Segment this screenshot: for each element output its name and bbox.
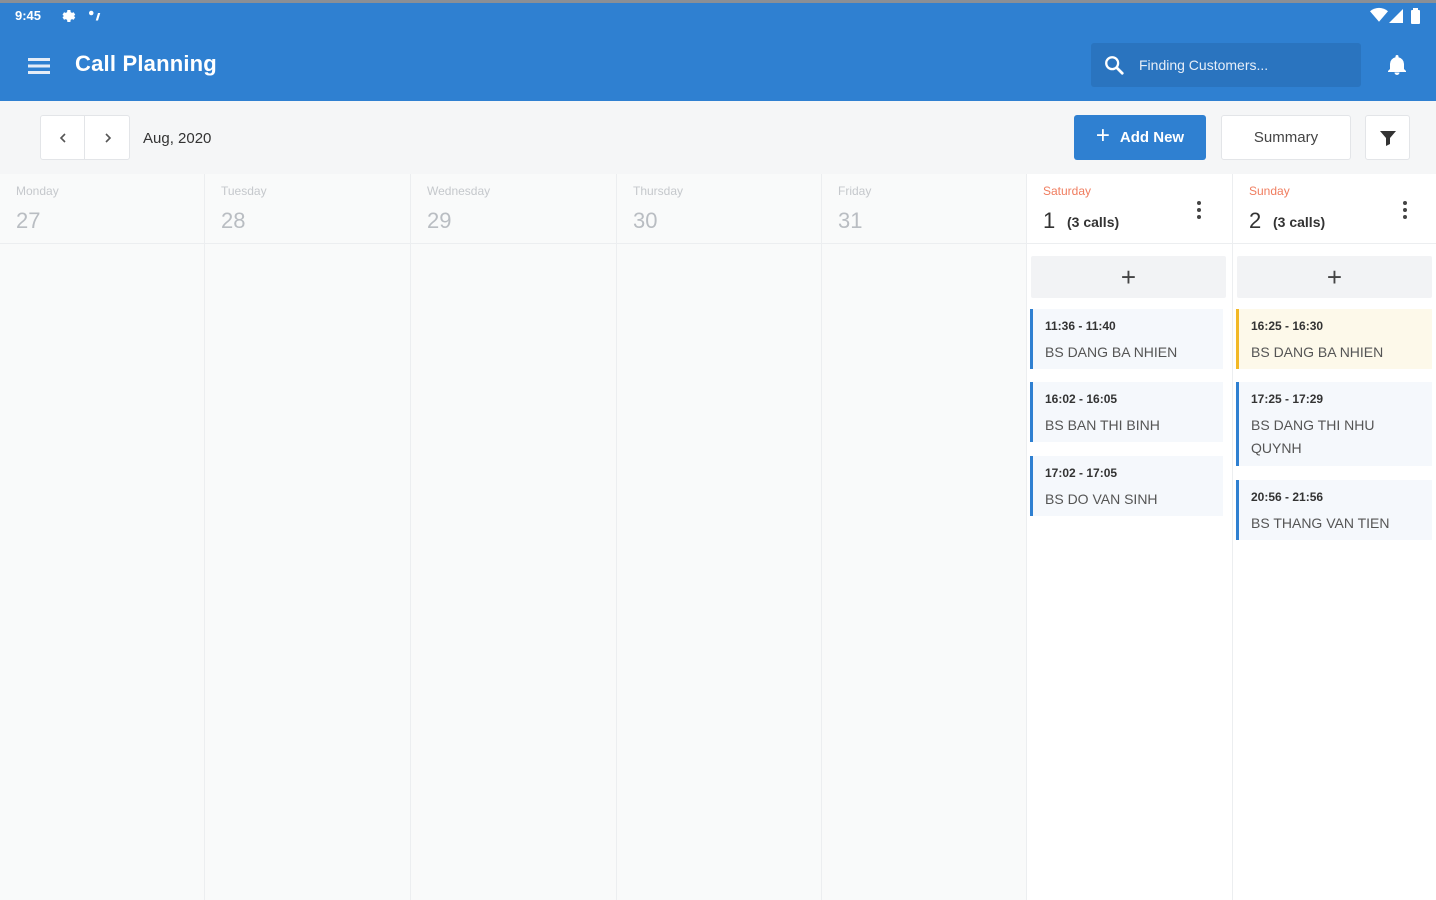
notifications-button[interactable] [1385, 53, 1409, 82]
customer-search-box[interactable] [1091, 43, 1361, 87]
app-bar: 9:45 Call Planning [0, 0, 1436, 101]
day-name: Thursday [633, 184, 684, 198]
event-customer: BS THANG VAN TIEN [1251, 515, 1390, 531]
more-vertical-icon [1403, 201, 1407, 219]
day-column-monday: Monday 27 [0, 174, 205, 900]
day-name: Tuesday [221, 184, 267, 198]
week-navigation [40, 115, 130, 160]
previous-week-button[interactable] [41, 116, 85, 159]
more-vertical-icon [1197, 201, 1201, 219]
next-week-button[interactable] [86, 116, 130, 159]
day-date: 30 [633, 208, 658, 233]
day-date: 1 [1043, 208, 1056, 233]
status-time: 9:45 [15, 8, 42, 23]
event-time: 16:02 - 16:05 [1045, 392, 1118, 406]
event-time: 17:02 - 17:05 [1045, 466, 1118, 480]
day-header: Wednesday 29 [411, 174, 616, 244]
day-options-button[interactable] [1399, 198, 1411, 222]
day-header: Tuesday 28 [205, 174, 410, 244]
day-header: Thursday 30 [617, 174, 821, 244]
search-input[interactable] [1139, 51, 1349, 79]
day-name: Monday [16, 184, 59, 198]
calendar-toolbar: Aug, 2020 + Add New Summary [0, 101, 1436, 174]
hamburger-menu-icon [28, 58, 50, 74]
event-customer: BS DO VAN SINH [1045, 491, 1158, 507]
day-column-saturday: Saturday 1 (3 calls) + 11:36 - 11:40 BS … [1027, 174, 1233, 900]
week-calendar: Monday 27 Tuesday 28 Wednesday 29 Thursd… [0, 174, 1436, 900]
call-count: (3 calls) [1067, 214, 1120, 230]
search-icon [1103, 54, 1125, 81]
day-date: 29 [427, 208, 452, 233]
event-customer: BS DANG THI NHU QUYNH [1251, 417, 1375, 456]
add-new-button[interactable]: + Add New [1074, 115, 1206, 160]
day-name: Friday [838, 184, 872, 198]
call-event[interactable]: 16:02 - 16:05 BS BAN THI BINH [1030, 382, 1223, 442]
call-event[interactable]: 17:02 - 17:05 BS DO VAN SINH [1030, 456, 1223, 516]
cell-signal-icon [1389, 9, 1403, 26]
event-customer: BS BAN THI BINH [1045, 417, 1160, 433]
day-column-sunday: Sunday 2 (3 calls) + 16:25 - 16:30 BS DA… [1233, 174, 1436, 900]
event-time: 16:25 - 16:30 [1251, 319, 1324, 333]
call-event[interactable]: 20:56 - 21:56 BS THANG VAN TIEN [1236, 480, 1432, 540]
day-date: 2 [1249, 208, 1262, 233]
day-column-thursday: Thursday 30 [617, 174, 822, 900]
filter-icon [1379, 130, 1396, 146]
day-name: Sunday [1249, 184, 1290, 198]
call-event[interactable]: 17:25 - 17:29 BS DANG THI NHU QUYNH [1236, 382, 1432, 466]
settings-status-icon [58, 7, 76, 28]
add-call-button[interactable]: + [1237, 256, 1432, 298]
chevron-left-icon [59, 132, 66, 143]
bell-icon [1388, 55, 1406, 75]
day-header: Saturday 1 (3 calls) [1027, 174, 1232, 244]
summary-button[interactable]: Summary [1221, 115, 1351, 160]
event-time: 11:36 - 11:40 [1045, 319, 1116, 333]
call-event[interactable]: 16:25 - 16:30 BS DANG BA NHIEN [1236, 309, 1432, 369]
event-time: 20:56 - 21:56 [1251, 490, 1324, 504]
day-date: 31 [838, 208, 863, 233]
call-count: (3 calls) [1273, 214, 1326, 230]
event-customer: BS DANG BA NHIEN [1045, 344, 1178, 360]
page-title: Call Planning [75, 51, 217, 76]
day-name: Wednesday [427, 184, 491, 198]
wifi-icon [1370, 7, 1388, 26]
day-header: Friday 31 [822, 174, 1026, 244]
add-new-label: Add New [1119, 129, 1185, 146]
battery-icon [1411, 8, 1420, 27]
day-date: 28 [221, 208, 246, 233]
day-header: Sunday 2 (3 calls) [1233, 174, 1436, 244]
day-column-wednesday: Wednesday 29 [411, 174, 617, 900]
day-options-button[interactable] [1193, 198, 1205, 222]
current-month-label: Aug, 2020 [143, 130, 212, 147]
day-column-tuesday: Tuesday 28 [205, 174, 411, 900]
day-name: Saturday [1043, 184, 1092, 198]
plus-icon: + [1095, 122, 1110, 149]
menu-button[interactable] [24, 51, 54, 81]
chevron-right-icon [105, 132, 112, 143]
day-header: Monday 27 [0, 174, 204, 244]
add-call-button[interactable]: + [1031, 256, 1226, 298]
event-customer: BS DANG BA NHIEN [1251, 344, 1384, 360]
title-bar: Call Planning [0, 29, 1436, 101]
call-event[interactable]: 11:36 - 11:40 BS DANG BA NHIEN [1030, 309, 1223, 369]
day-date: 27 [16, 208, 41, 233]
day-column-friday: Friday 31 [822, 174, 1027, 900]
event-time: 17:25 - 17:29 [1251, 392, 1324, 406]
signal-status-icon [86, 7, 104, 28]
filter-button[interactable] [1365, 115, 1410, 160]
status-bar: 9:45 [0, 3, 1436, 29]
